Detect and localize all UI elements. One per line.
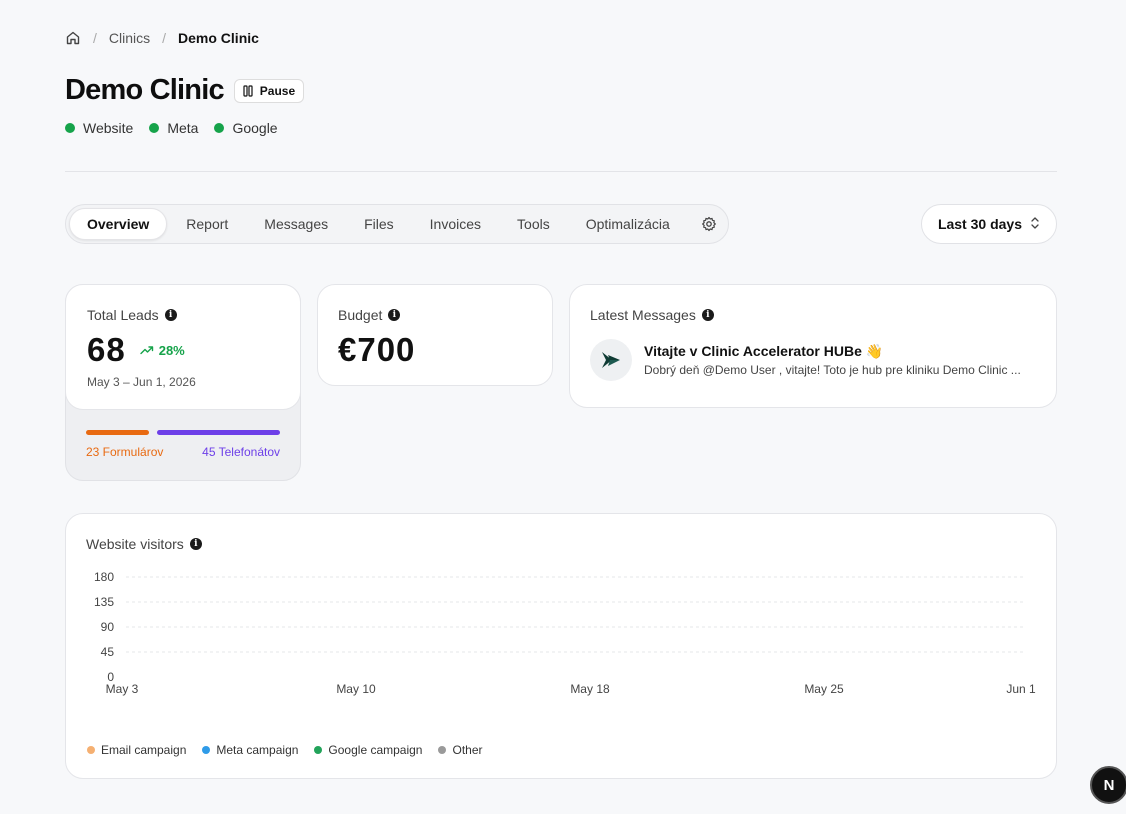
- total-leads-label: Total Leads: [87, 307, 159, 323]
- legend-google-campaign[interactable]: Google campaign: [314, 743, 422, 757]
- legend-label: Google campaign: [328, 743, 423, 757]
- channel-label: Website: [83, 120, 134, 136]
- status-dot: [149, 123, 160, 133]
- latest-messages-label-row: Latest Messages i: [590, 307, 1036, 323]
- channel-google: Google: [214, 120, 278, 136]
- x-tick-label: May 10: [336, 682, 376, 696]
- breadcrumb: / Clinics / Demo Clinic: [65, 30, 259, 46]
- y-tick-label: 45: [101, 645, 115, 659]
- tab-report[interactable]: Report: [169, 208, 245, 240]
- info-icon[interactable]: i: [388, 309, 401, 321]
- legend-dot: [202, 746, 211, 754]
- budget-card: Budget i €700: [317, 284, 553, 386]
- leads-breakdown-bars: [86, 430, 280, 435]
- trend-value: 28%: [158, 342, 185, 358]
- home-icon[interactable]: [65, 30, 81, 46]
- status-dot: [214, 123, 225, 133]
- breadcrumb-separator: /: [162, 30, 167, 46]
- legend-meta-campaign[interactable]: Meta campaign: [202, 743, 298, 757]
- website-visitors-card: Website visitors i 180 135 90 45 0 May 3 May 1…: [65, 513, 1057, 779]
- legend-label: Email campaign: [101, 743, 187, 757]
- legend-email-campaign[interactable]: Email campaign: [87, 743, 186, 757]
- tab-overview[interactable]: Overview: [69, 208, 168, 240]
- calls-bar: [157, 430, 280, 435]
- tab-invoices[interactable]: Invoices: [413, 208, 498, 240]
- tab-tools[interactable]: Tools: [500, 208, 567, 240]
- total-leads-date-range: May 3 – Jun 1, 2026: [87, 375, 196, 389]
- x-tick-label: Jun 1: [1006, 682, 1036, 696]
- message-title: Vitajte v Clinic Accelerator HUBe 👋: [644, 343, 884, 359]
- total-leads-value: 68: [87, 331, 126, 368]
- status-dot: [65, 123, 75, 133]
- total-leads-value-row: 68 28%: [87, 331, 280, 369]
- pause-label: Pause: [259, 83, 296, 98]
- budget-value: €700: [338, 331, 416, 368]
- chevron-updown-icon: [1030, 216, 1040, 233]
- tab-messages[interactable]: Messages: [247, 208, 345, 240]
- legend-label: Meta campaign: [216, 743, 299, 757]
- y-tick-label: 90: [101, 620, 115, 634]
- tab-files[interactable]: Files: [347, 208, 411, 240]
- trending-up-icon: [140, 346, 153, 355]
- channel-meta: Meta: [149, 120, 198, 136]
- legend-other[interactable]: Other: [438, 743, 483, 757]
- leads-breakdown: 23 Formulárov 45 Telefonátov: [86, 430, 280, 459]
- channel-status-list: Website Meta Google: [65, 120, 278, 136]
- divider: [65, 171, 1057, 172]
- latest-messages-label: Latest Messages: [590, 307, 696, 323]
- message-item[interactable]: Vitajte v Clinic Accelerator HUBe 👋 Dobr…: [590, 339, 1036, 381]
- legend-dot: [438, 746, 447, 754]
- channel-website: Website: [65, 120, 133, 136]
- paper-plane-logo-icon: [602, 352, 620, 368]
- x-tick-label: May 18: [570, 682, 610, 696]
- pause-button[interactable]: Pause: [233, 78, 305, 103]
- info-icon[interactable]: i: [164, 309, 177, 321]
- gear-icon[interactable]: [693, 208, 725, 240]
- budget-label: Budget: [338, 307, 383, 323]
- y-tick-label: 180: [94, 570, 114, 584]
- tab-optimalizacia[interactable]: Optimalizácia: [569, 208, 687, 240]
- forms-bar: [86, 430, 149, 435]
- date-range-select[interactable]: Last 30 days: [920, 204, 1057, 244]
- message-content: Vitajte v Clinic Accelerator HUBe 👋 Dobr…: [644, 343, 1034, 377]
- trend-badge: 28%: [140, 343, 185, 358]
- channel-label: Meta: [167, 120, 199, 136]
- forms-label: 23 Formulárov: [86, 445, 164, 459]
- info-icon[interactable]: i: [701, 309, 714, 321]
- nextjs-dev-badge[interactable]: N: [1090, 766, 1126, 804]
- website-visitors-chart: 18013590450May 3 May 10 May 18 May 25 Jun 1: [94, 570, 1036, 696]
- pause-icon: [243, 84, 253, 97]
- legend-dot: [87, 746, 95, 754]
- x-tick-label: May 25: [804, 682, 844, 696]
- calls-label: 45 Telefonátov: [202, 445, 280, 459]
- latest-messages-card: Latest Messages i Vitajte v Clinic Accel…: [569, 284, 1057, 408]
- page-title: Demo Clinic: [65, 74, 225, 106]
- breadcrumb-separator: /: [93, 30, 97, 46]
- total-leads-label-row: Total Leads i: [87, 307, 280, 323]
- breadcrumb-current: Demo Clinic: [178, 30, 259, 46]
- chart-legend: Email campaign Meta campaign Google camp…: [87, 743, 483, 757]
- message-preview: Dobrý deň @Demo User , vitajte! Toto je …: [644, 363, 1021, 377]
- x-tick-label: May 3: [106, 682, 139, 696]
- leads-breakdown-labels: 23 Formulárov 45 Telefonátov: [86, 445, 280, 459]
- total-leads-card: Total Leads i 68 28% May 3 – Jun 1, 2026: [65, 284, 301, 410]
- legend-label: Other: [452, 743, 483, 757]
- legend-dot: [314, 746, 323, 754]
- title-row: Demo Clinic Pause: [65, 74, 305, 107]
- sender-avatar: [590, 339, 632, 381]
- channel-label: Google: [232, 120, 278, 136]
- budget-label-row: Budget i: [338, 307, 532, 323]
- y-tick-label: 135: [94, 595, 114, 609]
- tab-bar: Overview Report Messages Files Invoices …: [65, 204, 729, 244]
- breadcrumb-clinics[interactable]: Clinics: [109, 30, 150, 46]
- date-range-value: Last 30 days: [937, 216, 1022, 232]
